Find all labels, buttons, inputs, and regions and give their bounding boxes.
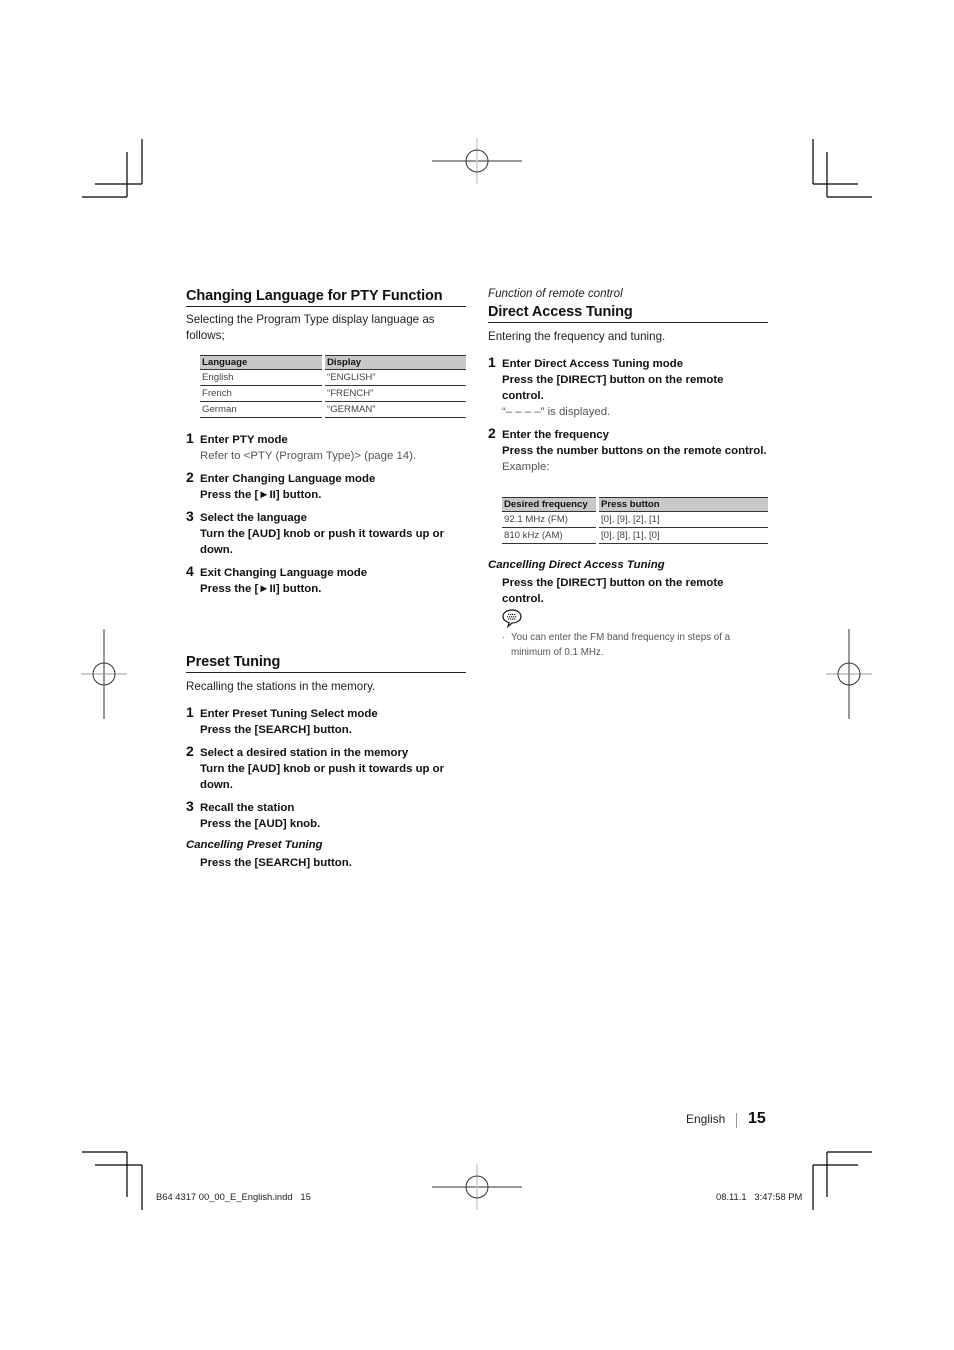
note-list: · You can enter the FM band frequency in… [502,630,747,660]
section-intro: Selecting the Program Type display langu… [186,313,435,342]
table-cell: [0], [8], [1], [0] [596,527,768,544]
print-slug-file: B64 4317 00_00_E_English.indd 15 [156,1191,311,1202]
step-item: 1 Enter PTY mode Refer to <PTY (Program … [186,430,466,464]
section-heading-preset-tuning: Preset Tuning [186,654,466,673]
step-title: Enter Preset Tuning Select mode [200,708,378,720]
table-cell: “ENGLISH” [322,369,466,386]
registration-mark-left [81,629,127,719]
crop-mark-top-left [82,139,143,198]
step-title: Enter PTY mode [200,434,288,446]
step-title: Recall the station [200,802,295,814]
cancel-direct-instruction: Press the [DIRECT] button on the remote … [502,577,724,605]
table-header: Language [200,355,324,370]
section-heading-direct-access: Direct Access Tuning [488,304,768,323]
step-title: Select the language [200,512,307,524]
page-number: 15 [748,1110,766,1127]
table-row: German “GERMAN” [200,401,466,418]
section-intro: Entering the frequency and tuning. [488,330,666,343]
step-number: 1 [488,354,496,370]
crop-mark-bottom-right [812,1151,872,1210]
step-title: Enter Direct Access Tuning mode [502,358,684,370]
step-number: 4 [186,563,194,579]
note-text: You can enter the FM band frequency in s… [511,632,731,658]
footer-language: English [686,1112,726,1126]
table-row: 810 kHz (AM) [0], [8], [1], [0] [502,527,768,544]
cancel-preset-instruction: Press the [SEARCH] button. [200,857,352,869]
crop-mark-top-right [812,139,872,198]
table-header: Press button [596,497,768,512]
step-note: “– – – –” is displayed. [502,406,611,418]
registration-mark-top [432,138,522,184]
table-cell: [0], [9], [2], [1] [596,511,768,528]
step-item: 3 Recall the station Press the [AUD] kno… [186,798,466,832]
table-cell: French [200,385,324,402]
table-row: 92.1 MHz (FM) [0], [9], [2], [1] [502,511,768,528]
step-item: 3 Select the language Turn the [AUD] kno… [186,508,466,558]
table-cell: “FRENCH” [322,385,466,402]
step-number: 2 [186,743,194,759]
speech-bubble-note-icon [501,608,523,629]
step-item: 1 Enter Preset Tuning Select mode Press … [186,704,466,738]
step-instruction: Press the [DIRECT] button on the remote … [502,374,724,402]
language-table: Language Display English “ENGLISH” Frenc… [200,355,466,418]
table-cell: English [200,369,324,386]
step-item: 2 Select a desired station in the memory… [186,743,466,793]
step-instruction: Turn the [AUD] knob or push it towards u… [200,528,445,556]
frequency-example-table: Desired frequency Press button 92.1 MHz … [502,497,768,544]
table-header: Desired frequency [502,497,598,512]
step-title: Enter Changing Language mode [200,473,376,485]
section-subtitle: Function of remote control [488,287,623,300]
step-instruction: Press the number buttons on the remote c… [502,445,767,457]
step-instruction: Press the [SEARCH] button. [200,724,352,736]
note-item: · You can enter the FM band frequency in… [502,630,747,660]
table-cell: 810 kHz (AM) [502,527,598,544]
table-row: French “FRENCH” [200,385,466,402]
step-instruction: Turn the [AUD] knob or push it towards u… [200,763,445,791]
step-title: Select a desired station in the memory [200,747,409,759]
table-cell: 92.1 MHz (FM) [502,511,598,528]
bullet: · [502,632,506,643]
step-note: Refer to <PTY (Program Type)> (page 14). [200,450,417,462]
step-number: 2 [488,425,496,441]
section-heading-pty-language: Changing Language for PTY Function [186,288,466,307]
print-slug-timestamp: 08.11.1 3:47:58 PM [716,1191,803,1202]
table-cell: “GERMAN” [322,401,466,418]
step-number: 3 [186,508,194,524]
registration-mark-bottom [432,1164,522,1210]
step-instruction: Press the [AUD] knob. [200,818,321,830]
table-header: Display [322,355,466,370]
step-number: 2 [186,469,194,485]
step-note: Example: [502,461,550,473]
table-row: English “ENGLISH” [200,369,466,386]
step-instruction: Press the [►II] button. [200,583,322,595]
cancel-preset-heading: Cancelling Preset Tuning [186,839,323,851]
footer-divider [736,1113,737,1128]
cancel-direct-heading: Cancelling Direct Access Tuning [488,559,665,571]
step-number: 1 [186,430,194,446]
step-item: 4 Exit Changing Language mode Press the … [186,563,466,597]
step-title: Exit Changing Language mode [200,567,368,579]
step-number: 3 [186,798,194,814]
step-item: 1 Enter Direct Access Tuning mode Press … [488,354,768,420]
step-instruction: Press the [►II] button. [200,489,322,501]
step-item: 2 Enter the frequency Press the number b… [488,425,768,475]
table-cell: German [200,401,324,418]
step-item: 2 Enter Changing Language mode Press the… [186,469,466,503]
registration-mark-right [826,629,872,719]
step-title: Enter the frequency [502,429,609,441]
section-intro: Recalling the stations in the memory. [186,680,376,693]
crop-mark-bottom-left [82,1151,143,1210]
printer-marks [81,138,872,1210]
step-number: 1 [186,704,194,720]
